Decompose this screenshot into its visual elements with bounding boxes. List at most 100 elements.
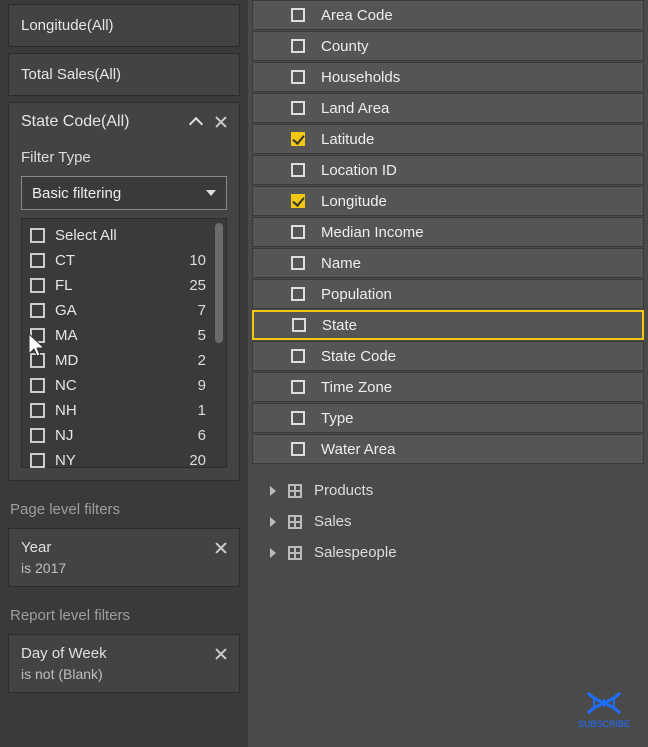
list-item[interactable]: FL25: [22, 273, 226, 298]
field-label: Time Zone: [321, 379, 392, 396]
list-item[interactable]: CT 10: [22, 248, 226, 273]
checkbox[interactable]: [291, 70, 305, 84]
checkbox[interactable]: [291, 256, 305, 270]
chevron-down-icon: [206, 190, 216, 196]
list-item[interactable]: NC 9: [22, 373, 226, 398]
report-level-filters-title: Report level filters: [10, 607, 238, 624]
item-label: GA: [55, 302, 77, 319]
item-count: 6: [198, 427, 216, 444]
field-row[interactable]: Type: [252, 403, 644, 433]
expand-icon[interactable]: [270, 548, 276, 558]
table-item[interactable]: Salespeople: [270, 544, 644, 561]
list-item[interactable]: GA 7: [22, 298, 226, 323]
table-icon: [288, 546, 302, 560]
filter-card-longitude[interactable]: Longitude(All): [8, 4, 240, 47]
checkbox[interactable]: [30, 228, 45, 243]
field-row[interactable]: County: [252, 31, 644, 61]
table-item[interactable]: Sales: [270, 513, 644, 530]
fields-pane: Area Code County Households Land AreaLatitu…: [248, 0, 648, 747]
expand-icon[interactable]: [270, 486, 276, 496]
checkbox[interactable]: [30, 328, 45, 343]
field-row[interactable]: Land Area: [252, 93, 644, 123]
filter-name: Day of Week: [21, 645, 107, 662]
checkbox[interactable]: [30, 303, 45, 318]
field-row[interactable]: Area Code: [252, 0, 644, 30]
clear-filter-icon[interactable]: [215, 116, 227, 128]
list-item-select-all[interactable]: Select All: [22, 223, 226, 248]
checkbox[interactable]: [30, 428, 45, 443]
table-item[interactable]: Products: [270, 482, 644, 499]
report-level-filter-card[interactable]: Day of Week is not (Blank): [8, 634, 240, 693]
item-count: 10: [189, 252, 216, 269]
item-label: NJ: [55, 427, 73, 444]
field-row[interactable]: Population: [252, 279, 644, 309]
field-row[interactable]: Longitude: [252, 186, 644, 216]
checkbox[interactable]: [291, 380, 305, 394]
collapse-icon[interactable]: [189, 115, 203, 129]
item-label: NC: [55, 377, 77, 394]
checkbox[interactable]: [30, 278, 45, 293]
checkbox[interactable]: [30, 403, 45, 418]
checkbox[interactable]: [291, 442, 305, 456]
dna-icon: [584, 689, 624, 717]
field-row[interactable]: Name: [252, 248, 644, 278]
item-count: 20: [189, 452, 216, 469]
list-item[interactable]: NY20: [22, 448, 226, 473]
filter-values-list: Select All CT10FL25GA7MA5MD2NC9NH1NJ6NY2…: [21, 218, 227, 468]
filter-condition: is 2017: [21, 560, 227, 576]
checkbox[interactable]: [291, 132, 305, 146]
item-count: 2: [198, 352, 216, 369]
table-label: Sales: [314, 513, 352, 530]
field-row[interactable]: Median Income: [252, 217, 644, 247]
checkbox[interactable]: [291, 411, 305, 425]
field-label: Area Code: [321, 7, 393, 24]
field-label: Location ID: [321, 162, 397, 179]
field-row[interactable]: Households: [252, 62, 644, 92]
filter-title: Longitude(All): [21, 17, 114, 34]
list-item[interactable]: NJ 6: [22, 423, 226, 448]
list-item[interactable]: MA5: [22, 323, 226, 348]
clear-filter-icon[interactable]: [215, 542, 227, 554]
field-row[interactable]: Water Area: [252, 434, 644, 464]
field-label: State: [322, 317, 357, 334]
checkbox[interactable]: [291, 8, 305, 22]
filter-card-header: State Code(All): [21, 113, 227, 131]
checkbox[interactable]: [30, 253, 45, 268]
item-label: MD: [55, 352, 78, 369]
item-count: 9: [198, 377, 216, 394]
scrollbar-thumb[interactable]: [215, 223, 223, 343]
field-row[interactable]: Latitude: [252, 124, 644, 154]
page-level-filter-card[interactable]: Year is 2017: [8, 528, 240, 587]
checkbox[interactable]: [291, 194, 305, 208]
item-label: CT: [55, 252, 75, 269]
filter-type-dropdown[interactable]: Basic filtering: [21, 176, 227, 210]
checkbox[interactable]: [291, 39, 305, 53]
checkbox[interactable]: [291, 163, 305, 177]
checkbox[interactable]: [291, 101, 305, 115]
field-label: Median Income: [321, 224, 424, 241]
field-row[interactable]: State: [252, 310, 644, 340]
filter-card-total-sales[interactable]: Total Sales(All): [8, 53, 240, 96]
checkbox[interactable]: [30, 353, 45, 368]
field-label: State Code: [321, 348, 396, 365]
checkbox[interactable]: [291, 225, 305, 239]
field-row[interactable]: State Code: [252, 341, 644, 371]
expand-icon[interactable]: [270, 517, 276, 527]
checkbox[interactable]: [30, 453, 45, 468]
checkbox[interactable]: [30, 378, 45, 393]
checkbox[interactable]: [291, 349, 305, 363]
list-item[interactable]: MD 2: [22, 348, 226, 373]
field-row[interactable]: Time Zone: [252, 372, 644, 402]
table-icon: [288, 515, 302, 529]
item-count: 7: [198, 302, 216, 319]
subscribe-watermark: SUBSCRIBE: [578, 689, 630, 729]
checkbox[interactable]: [292, 318, 306, 332]
clear-filter-icon[interactable]: [215, 648, 227, 660]
item-count: 5: [198, 327, 216, 344]
field-label: Population: [321, 286, 392, 303]
filter-title: Total Sales(All): [21, 66, 121, 83]
checkbox[interactable]: [291, 287, 305, 301]
list-item[interactable]: NH1: [22, 398, 226, 423]
field-label: Households: [321, 69, 400, 86]
field-row[interactable]: Location ID: [252, 155, 644, 185]
